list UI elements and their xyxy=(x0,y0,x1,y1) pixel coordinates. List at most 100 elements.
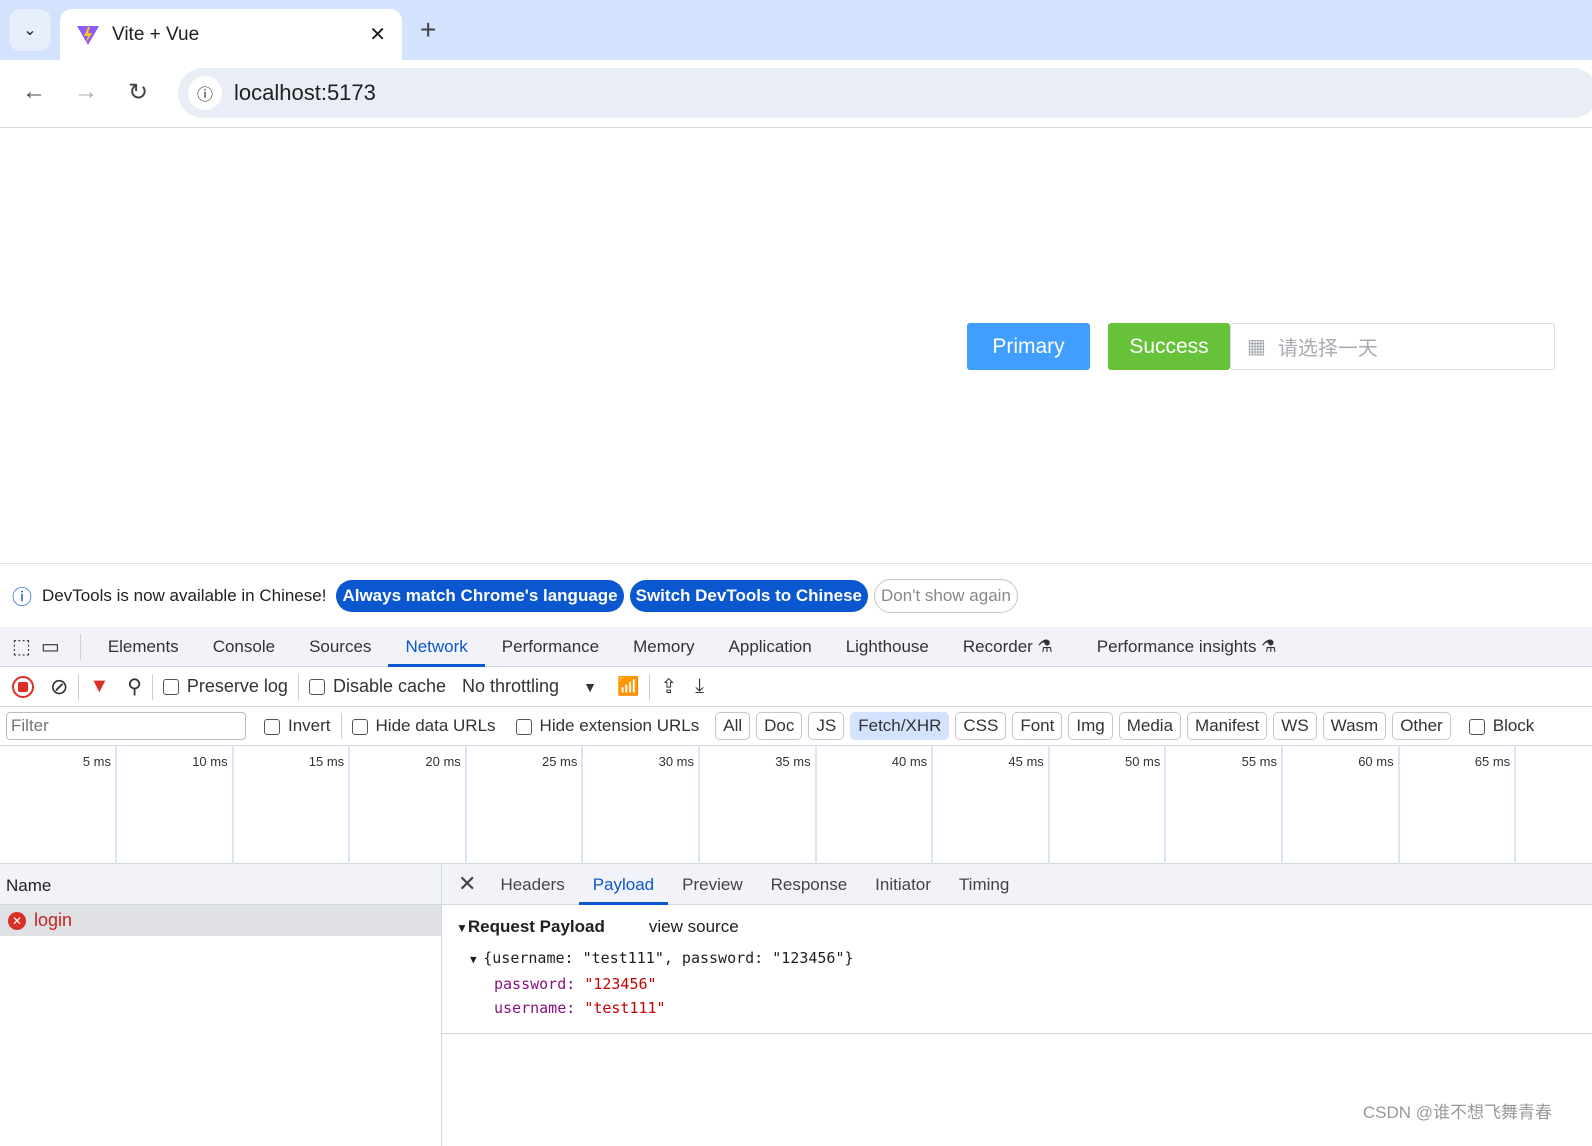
detail-tab-initiator[interactable]: Initiator xyxy=(861,864,945,905)
hide-data-urls-checkbox[interactable]: Hide data URLs xyxy=(351,716,496,736)
type-filter-css[interactable]: CSS xyxy=(955,712,1007,740)
close-detail-icon[interactable]: ✕ xyxy=(458,871,476,897)
tab-performance[interactable]: Performance xyxy=(485,627,616,667)
browser-tab[interactable]: Vite + Vue ✕ xyxy=(60,9,402,60)
close-tab-icon[interactable]: ✕ xyxy=(369,22,386,47)
type-filter-font[interactable]: Font xyxy=(1012,712,1063,740)
tab-memory[interactable]: Memory xyxy=(616,627,711,667)
expand-triangle-icon: ▼ xyxy=(470,953,484,966)
type-filter-media[interactable]: Media xyxy=(1118,712,1182,740)
type-filter-img[interactable]: Img xyxy=(1068,712,1113,740)
flask-icon: ⚗ xyxy=(1261,636,1277,656)
hide-extension-urls-checkbox[interactable]: Hide extension URLs xyxy=(515,716,700,736)
network-conditions-icon[interactable]: 📶 xyxy=(617,676,639,697)
request-name: login xyxy=(34,910,73,930)
hide-ext-label: Hide extension URLs xyxy=(539,716,700,735)
dropdown-arrow-icon: ▼ xyxy=(583,679,597,695)
type-filter-wasm[interactable]: Wasm xyxy=(1322,712,1387,740)
devtools-language-infobar: ⓘ DevTools is now available in Chinese! … xyxy=(0,563,1592,627)
tab-application[interactable]: Application xyxy=(712,627,829,667)
tab-console[interactable]: Console xyxy=(196,627,292,667)
date-placeholder: 请选择一天 xyxy=(1277,338,1378,360)
forward-icon[interactable]: → xyxy=(74,78,98,106)
type-filter-all[interactable]: All xyxy=(715,712,751,740)
payload-key: username xyxy=(494,999,567,1017)
request-list: Name ✕ login xyxy=(0,864,442,1146)
type-filter-other[interactable]: Other xyxy=(1392,712,1451,740)
request-row[interactable]: ✕ login xyxy=(0,905,441,936)
date-picker-input[interactable]: ▦ 请选择一天 xyxy=(1230,323,1555,370)
detail-tab-response[interactable]: Response xyxy=(757,864,862,905)
export-har-icon[interactable]: ⤓ xyxy=(695,675,704,698)
invert-label: Invert xyxy=(288,716,331,735)
type-filter-fetch-xhr[interactable]: Fetch/XHR xyxy=(850,712,950,740)
hide-data-label: Hide data URLs xyxy=(375,716,496,735)
request-payload-section[interactable]: ▼Request Payload view source xyxy=(456,917,1578,937)
timeline-tick: 10 ms xyxy=(117,746,234,864)
import-har-icon[interactable]: ⇪ xyxy=(660,674,677,699)
chevron-down-icon: ⌄ xyxy=(23,22,37,39)
timeline-tick: 25 ms xyxy=(466,746,584,864)
vite-logo-icon xyxy=(77,25,99,45)
always-match-button[interactable]: Always match Chrome's language xyxy=(336,579,624,612)
tab-search-button[interactable]: ⌄ xyxy=(9,9,51,51)
type-filter-doc[interactable]: Doc xyxy=(756,712,803,740)
new-tab-button[interactable]: + xyxy=(420,14,436,46)
section-title: Request Payload xyxy=(467,917,605,936)
inspect-element-icon[interactable]: ⬚ xyxy=(12,634,31,659)
info-icon: ⓘ xyxy=(12,587,32,609)
error-icon: ✕ xyxy=(8,911,26,930)
site-info-icon[interactable]: ⓘ xyxy=(188,76,222,110)
record-stop-icon[interactable] xyxy=(12,675,34,698)
timeline-tick: 5 ms xyxy=(0,746,117,864)
expand-triangle-icon: ▼ xyxy=(456,921,468,935)
tab-elements[interactable]: Elements xyxy=(91,627,196,667)
payload-value: "test111" xyxy=(584,999,666,1017)
name-column-header[interactable]: Name xyxy=(0,864,441,905)
back-icon[interactable]: ← xyxy=(22,78,46,106)
watermark: CSDN @谁不想飞舞青春 xyxy=(1362,1103,1552,1122)
network-toolbar: ⊘ ▼ ⚲ Preserve log Disable cache No thro… xyxy=(0,667,1592,707)
tab-lighthouse[interactable]: Lighthouse xyxy=(829,627,946,667)
filter-icon[interactable]: ▼ xyxy=(89,675,109,698)
success-button[interactable]: Success xyxy=(1108,323,1230,370)
reload-icon[interactable]: ↻ xyxy=(128,78,148,107)
view-source-link[interactable]: view source xyxy=(649,917,739,936)
timeline-tick: 30 ms xyxy=(583,746,700,864)
clear-icon[interactable]: ⊘ xyxy=(50,674,68,700)
type-filter-js[interactable]: JS xyxy=(808,712,845,740)
timeline-tick: 55 ms xyxy=(1166,746,1283,864)
preserve-log-checkbox[interactable]: Preserve log xyxy=(162,676,288,697)
timeline-tick: 60 ms xyxy=(1283,746,1400,864)
timeline-tick: 45 ms xyxy=(933,746,1050,864)
omnibox[interactable]: ⓘ localhost:5173 xyxy=(178,68,1592,118)
tab-performance-insights[interactable]: Performance insights ⚗ xyxy=(1080,627,1294,667)
disable-cache-label: Disable cache xyxy=(332,676,447,696)
payload-value: "123456" xyxy=(584,975,657,993)
filter-input[interactable] xyxy=(6,712,246,740)
primary-button[interactable]: Primary xyxy=(967,323,1090,370)
throttling-select[interactable]: No throttling ▼ xyxy=(462,676,597,697)
switch-chinese-button[interactable]: Switch DevTools to Chinese xyxy=(629,579,869,612)
blocked-requests-checkbox[interactable]: Block xyxy=(1468,716,1535,736)
tab-sources[interactable]: Sources xyxy=(292,627,388,667)
disable-cache-checkbox[interactable]: Disable cache xyxy=(308,676,447,697)
dont-show-button[interactable]: Don't show again xyxy=(874,578,1018,613)
tab-recorder[interactable]: Recorder ⚗ xyxy=(946,627,1070,667)
search-icon[interactable]: ⚲ xyxy=(127,674,142,699)
device-toolbar-icon[interactable]: ▭ xyxy=(41,634,60,659)
detail-tab-headers[interactable]: Headers xyxy=(486,864,578,905)
network-overview-timeline[interactable]: 5 ms 10 ms 15 ms 20 ms 25 ms 30 ms 35 ms 40 ms 4… xyxy=(0,746,1592,864)
detail-tab-timing[interactable]: Timing xyxy=(945,864,1023,905)
timeline-tick: 50 ms xyxy=(1049,746,1167,864)
type-filter-ws[interactable]: WS xyxy=(1273,712,1317,740)
invert-checkbox[interactable]: Invert xyxy=(264,716,331,736)
tab-network[interactable]: Network xyxy=(388,627,485,667)
detail-tab-payload[interactable]: Payload xyxy=(578,864,669,905)
payload-object[interactable]: ▼ {username: "test111", password: "12345… xyxy=(470,949,1578,967)
detail-tab-preview[interactable]: Preview xyxy=(668,864,756,905)
url-text[interactable]: localhost:5173 xyxy=(234,80,376,106)
filter-bar: Invert Hide data URLs Hide extension URL… xyxy=(0,707,1592,746)
type-filter-manifest[interactable]: Manifest xyxy=(1187,712,1268,740)
blocked-label: Block xyxy=(1492,716,1535,735)
